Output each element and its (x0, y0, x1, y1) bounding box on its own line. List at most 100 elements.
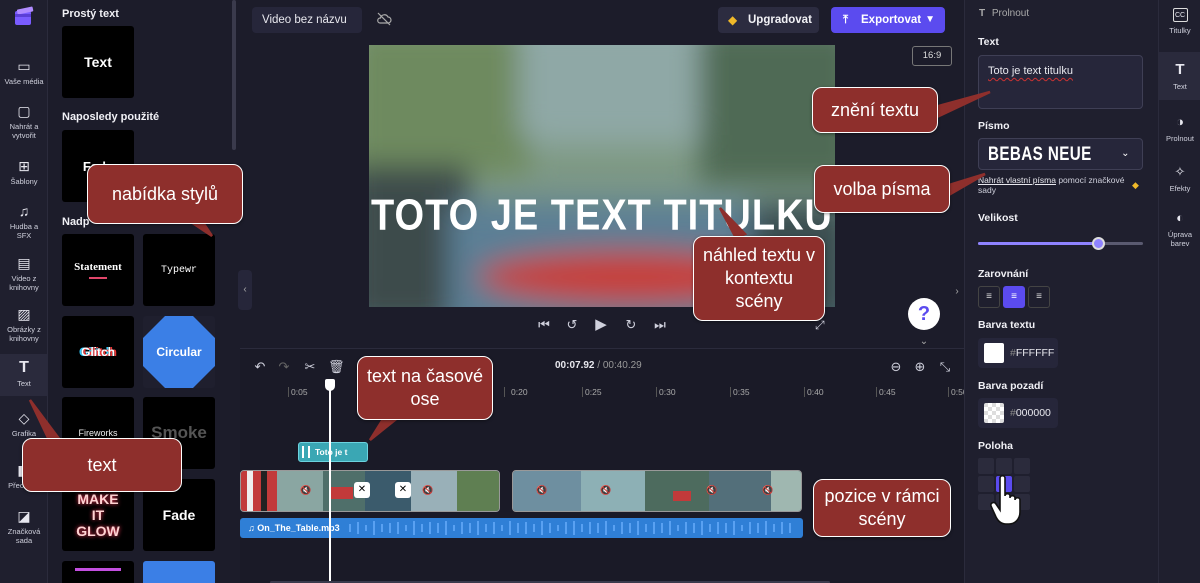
mute-icon[interactable]: 🔇 (706, 485, 720, 497)
rail-item-fade[interactable]: ◑ Prolnout (1159, 114, 1200, 143)
align-center-icon[interactable]: ≡ (1003, 286, 1025, 308)
project-name-input[interactable]: Video bez názvu (252, 7, 362, 33)
nav-item-media[interactable]: ▭ Vaše média (0, 58, 48, 86)
zoom-in-icon[interactable]: ⊕ (912, 359, 928, 375)
rail-item-text[interactable]: T Text (1159, 52, 1200, 100)
hand-cursor-icon (990, 474, 1021, 525)
preview-title-text[interactable]: TOTO JE TEXT TITULKU (369, 192, 835, 241)
nav-item-stock-video[interactable]: ▤ Video z knihovny (0, 255, 48, 292)
font-select[interactable]: BEBAS NEUE ⌄ (978, 138, 1143, 170)
ruler-tick (582, 387, 583, 397)
nav-item-templates[interactable]: ⊞ Šablony (0, 158, 48, 186)
top-bar: Video bez názvu ◆ Upgradovat ⤒ Exportova… (240, 0, 964, 40)
bg-color-value: 000000 (1015, 407, 1051, 419)
rail-item-color-adjust[interactable]: ◐ Úprava barev (1159, 210, 1200, 248)
skip-forward-icon[interactable]: ⏭ (652, 316, 668, 334)
collapse-panel-chevron-icon[interactable]: ‹ (238, 270, 252, 310)
color-adjust-icon: ◐ (1176, 210, 1184, 225)
brand-link-text[interactable]: Nahrát vlastní písma (978, 175, 1056, 185)
style-tile-partial-2[interactable] (143, 561, 215, 583)
title-text-input[interactable]: Toto je text titulku (978, 55, 1143, 109)
align-label: Zarovnání (978, 268, 1029, 280)
play-icon[interactable]: ▶ (593, 316, 609, 334)
upload-icon: ⤒ (843, 14, 849, 26)
position-label: Poloha (978, 440, 1014, 452)
ruler-label: 0:45 (879, 387, 896, 397)
timeline-text-clip[interactable]: Toto je t (298, 442, 368, 462)
position-cell[interactable] (978, 458, 994, 474)
nav-item-text[interactable]: T Text (0, 354, 48, 396)
mute-icon[interactable]: 🔇 (422, 485, 436, 497)
text-color-label: Barva textu (978, 319, 1036, 331)
bg-color-hex[interactable]: #000000 (1010, 398, 1051, 428)
collapse-properties-chevron-icon[interactable]: › (950, 272, 964, 312)
transition-icon[interactable]: ✕ (395, 482, 411, 498)
templates-icon: ⊞ (18, 158, 30, 174)
redo-icon[interactable]: ↷ (276, 359, 292, 375)
playhead-handle[interactable] (325, 379, 335, 391)
clip-handle-icon[interactable] (302, 446, 310, 458)
cloud-sync-off-icon[interactable] (376, 12, 392, 28)
rail-item-captions[interactable]: CC Titulky (1159, 6, 1200, 35)
rail-label: Úprava barev (1167, 230, 1193, 248)
ruler-tick (948, 387, 949, 397)
audio-clip-name: On_The_Table.mp3 (257, 523, 340, 533)
text-color-hex[interactable]: #FFFFFF (1010, 338, 1054, 368)
timeline: ↶ ↷ ✂ 🗑 00:07.92 / 00:40.29 ⊖ ⊕ ⤡ 0:05 0… (240, 348, 968, 583)
camera-icon: ▢ (17, 103, 31, 119)
ruler-label: 0:30 (659, 387, 676, 397)
callout-styles: nabídka stylů (87, 164, 243, 224)
fit-timeline-icon[interactable]: ⤡ (937, 359, 953, 375)
upgrade-button[interactable]: ◆ Upgradovat (718, 7, 819, 33)
audio-clip[interactable]: ♫ On_The_Table.mp3 (240, 518, 803, 538)
position-cell[interactable] (996, 458, 1012, 474)
chevron-down-icon[interactable]: ⌄ (914, 336, 934, 348)
export-button[interactable]: ⤒ Exportovat ▼ (831, 7, 945, 33)
style-tile-plain-text[interactable]: Text (62, 26, 134, 98)
video-clip[interactable] (240, 470, 500, 512)
transition-icon[interactable]: ✕ (354, 482, 370, 498)
mute-icon[interactable]: 🔇 (600, 485, 614, 497)
nav-item-music[interactable]: ♫ Hudba a SFX (0, 203, 48, 240)
callout-position: pozice v rámci scény (813, 479, 951, 537)
help-button[interactable]: ? (908, 298, 940, 330)
ruler-label: 0:35 (733, 387, 750, 397)
playhead[interactable] (329, 381, 331, 583)
align-right-icon[interactable]: ≡ (1028, 286, 1050, 308)
ruler-label: 0:40 (807, 387, 824, 397)
mute-icon[interactable]: 🔇 (762, 485, 776, 497)
position-cell[interactable] (1014, 458, 1030, 474)
nav-item-stock-images[interactable]: ▨ Obrázky z knihovny (0, 306, 48, 343)
text-color-swatch[interactable] (984, 343, 1004, 363)
style-tile-statement[interactable]: Statement (62, 234, 134, 306)
rail-item-effects[interactable]: ✧ Efekty (1159, 164, 1200, 193)
aspect-ratio-button[interactable]: 16:9 (912, 46, 952, 66)
scissors-icon[interactable]: ✂ (302, 359, 318, 375)
text-color-picker[interactable]: #FFFFFF (978, 338, 1058, 368)
brand-kit-font-link[interactable]: Nahrát vlastní písma pomocí značkové sad… (978, 175, 1128, 195)
panel-scrollbar[interactable] (232, 0, 236, 150)
nav-item-brand-kit[interactable]: ◪ Značková sada (0, 508, 48, 545)
skip-back-icon[interactable]: ⏮ (536, 316, 552, 334)
size-label: Velikost (978, 212, 1018, 224)
bg-color-picker[interactable]: #000000 (978, 398, 1058, 428)
nav-label: Hudba a SFX (9, 222, 39, 240)
undo-icon[interactable]: ↶ (252, 359, 268, 375)
video-clip[interactable] (512, 470, 802, 512)
align-left-icon[interactable]: ≡ (978, 286, 1000, 308)
nav-item-record[interactable]: ▢ Nahrát a vytvořit (0, 103, 48, 140)
mute-icon[interactable]: 🔇 (536, 485, 550, 497)
rewind-5s-icon[interactable]: ↺ (564, 316, 580, 334)
style-tile-glitch[interactable]: Glitch (62, 316, 134, 388)
text-clip-label: Toto je t (315, 447, 348, 457)
style-tile-circular[interactable]: Circular (143, 316, 215, 388)
trash-icon[interactable]: 🗑 (328, 359, 345, 375)
style-tile-typewriter[interactable]: Typewr (143, 234, 215, 306)
bg-color-swatch[interactable] (984, 403, 1004, 423)
nav-item-graphics[interactable]: ◇ Grafika (0, 410, 48, 438)
forward-5s-icon[interactable]: ↻ (623, 316, 639, 334)
mute-icon[interactable]: 🔇 (300, 485, 314, 497)
zoom-out-icon[interactable]: ⊖ (888, 359, 904, 375)
size-slider-handle[interactable] (1092, 237, 1106, 250)
style-tile-partial-1[interactable] (62, 561, 134, 583)
